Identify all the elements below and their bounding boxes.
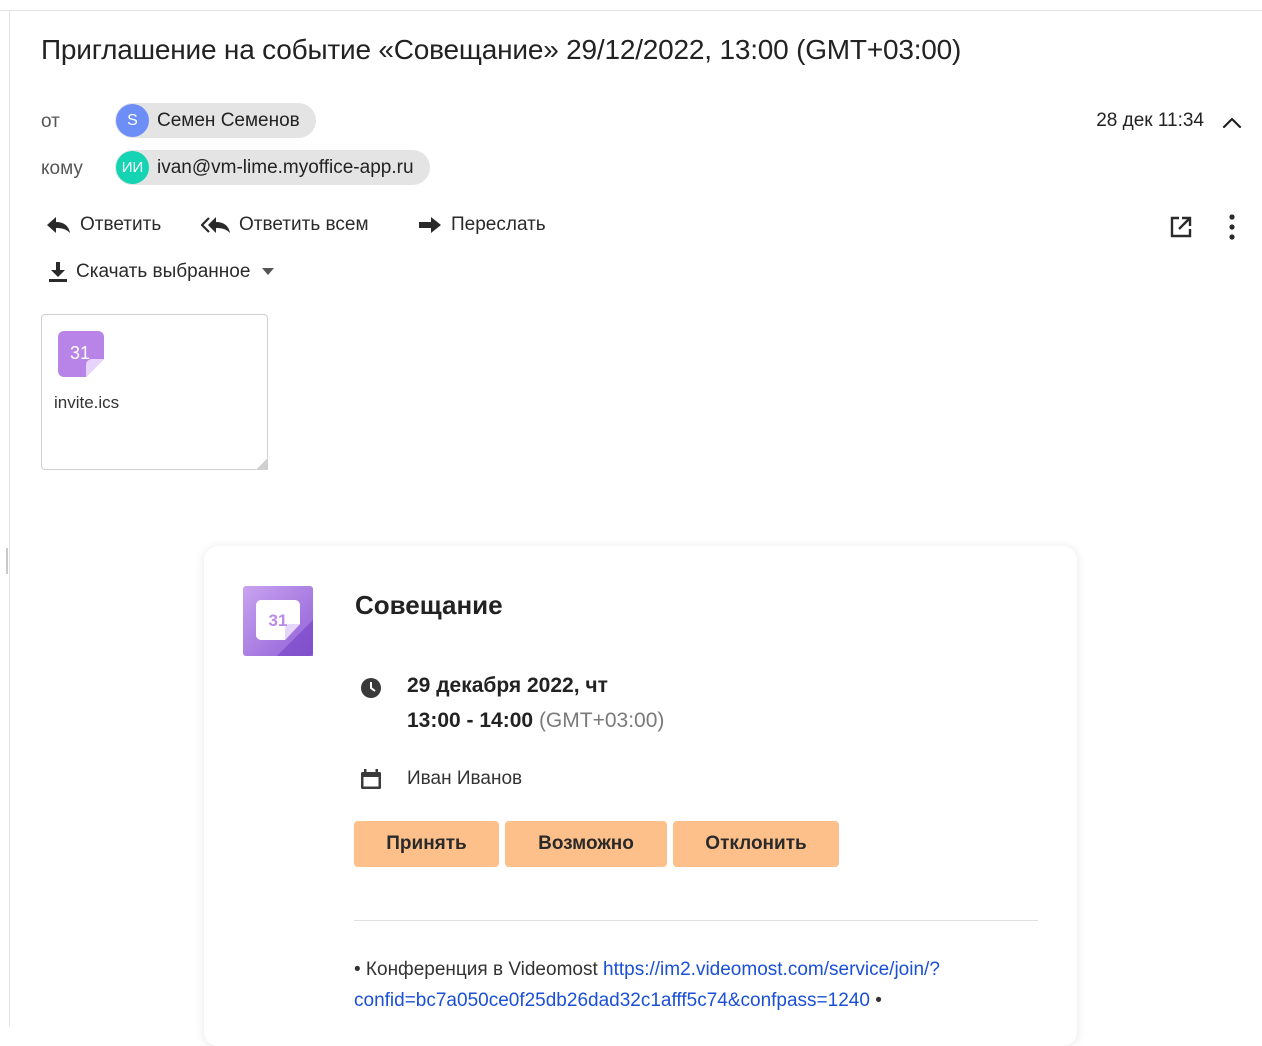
reply-button[interactable]: Ответить xyxy=(46,214,161,236)
reply-label: Ответить xyxy=(80,214,162,235)
attachment-fold xyxy=(256,458,268,470)
reply-all-button[interactable]: Ответить всем xyxy=(201,214,369,236)
sender-name: Семен Семенов xyxy=(157,109,300,131)
description-suffix: • xyxy=(869,990,882,1011)
clock-icon xyxy=(361,678,381,698)
maybe-button[interactable]: Возможно xyxy=(505,821,667,867)
forward-icon xyxy=(419,217,441,233)
download-selected-button[interactable]: Скачать выбранное xyxy=(46,260,275,284)
conference-link-part1: https://im2.videomost.com/service/join/? xyxy=(603,959,940,980)
attachment-icon-number: 31 xyxy=(70,343,90,363)
attachment-filename: invite.ics xyxy=(54,393,120,412)
calendar-file-icon: 31 xyxy=(58,331,104,377)
from-label: от xyxy=(41,111,60,132)
description-prefix: • Конференция в Videomost xyxy=(354,959,604,980)
event-invite-card: 31 Совещание 29 декабря 2022, чт 13:00 -… xyxy=(204,546,1077,1046)
more-vertical-icon[interactable] xyxy=(1220,212,1244,242)
attachment-card[interactable]: 31 invite.ics xyxy=(41,314,268,470)
to-label: кому xyxy=(41,158,83,179)
chevron-up-icon[interactable] xyxy=(1220,111,1244,135)
event-date: 29 декабря 2022, чт xyxy=(407,674,608,697)
reply-icon xyxy=(47,217,70,233)
recipient-chip[interactable]: ИИ ivan@vm-lime.myoffice-app.ru xyxy=(115,150,430,185)
card-divider xyxy=(354,920,1038,921)
event-time: 13:00 - 14:00 xyxy=(407,709,534,732)
accept-button[interactable]: Принять xyxy=(354,821,499,867)
left-border xyxy=(9,10,10,1026)
sender-avatar: S xyxy=(116,104,149,137)
event-timezone: (GMT+03:00) xyxy=(538,709,665,732)
reply-all-label: Ответить всем xyxy=(239,214,369,235)
calendar-icon xyxy=(361,769,381,789)
email-subject: Приглашение на событие «Совещание» 29/12… xyxy=(41,34,962,65)
recipient-avatar: ИИ xyxy=(116,151,149,184)
conference-link-part2: confid=bc7a050ce0f25db26dad32c1afff5c74&… xyxy=(354,990,870,1011)
recipient-email: ivan@vm-lime.myoffice-app.ru xyxy=(157,156,414,178)
event-time-row: 13:00 - 14:00 (GMT+03:00) xyxy=(407,709,664,733)
top-border xyxy=(0,10,1262,11)
decline-button[interactable]: Отклонить xyxy=(673,821,839,867)
event-icon-number: 31 xyxy=(269,611,288,630)
event-organizer: Иван Иванов xyxy=(407,768,523,789)
event-calendar-icon: 31 xyxy=(243,586,313,656)
sender-chip[interactable]: S Семен Семенов xyxy=(115,103,316,138)
forward-label: Переслать xyxy=(451,214,546,235)
caret-down-icon xyxy=(262,268,275,275)
open-external-icon[interactable] xyxy=(1168,214,1194,240)
download-icon xyxy=(49,262,67,282)
reply-all-icon xyxy=(201,217,230,233)
email-date: 28 дек 11:34 xyxy=(1096,110,1204,131)
event-title: Совещание xyxy=(355,590,503,620)
event-description: • Конференция в Videomost https://im2.vi… xyxy=(354,954,1054,1016)
forward-button[interactable]: Переслать xyxy=(417,214,546,236)
pane-resize-handle[interactable] xyxy=(6,548,8,574)
download-selected-label: Скачать выбранное xyxy=(76,261,251,282)
